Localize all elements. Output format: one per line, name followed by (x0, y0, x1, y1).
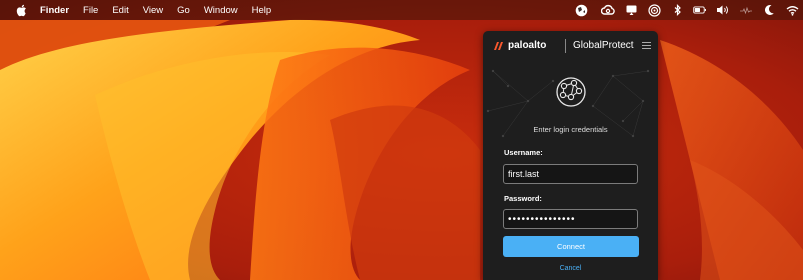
moon-icon[interactable] (762, 3, 776, 17)
menu-go[interactable]: Go (177, 5, 190, 16)
globe-network-icon (556, 77, 586, 107)
username-value: first.last (508, 169, 540, 179)
product-name: GlobalProtect (573, 40, 634, 51)
volume-icon[interactable] (716, 3, 730, 17)
menu-app-finder[interactable]: Finder (40, 5, 69, 16)
network-activity-icon[interactable] (739, 3, 753, 17)
username-label: Username: (504, 148, 543, 157)
menu-help[interactable]: Help (252, 5, 272, 16)
menu-bar: Finder File Edit View Go Window Help (0, 0, 803, 20)
paloalto-mark-icon (494, 41, 503, 50)
password-label: Password: (504, 194, 542, 203)
creative-cloud-icon[interactable] (601, 3, 615, 17)
globalprotect-panel: paloalto GlobalProtect Enter login crede… (483, 31, 658, 280)
brand-name: paloalto (508, 40, 547, 51)
status-area (574, 0, 799, 20)
globalprotect-icon[interactable] (574, 3, 588, 17)
paloalto-logo: paloalto (493, 40, 546, 51)
hamburger-menu-icon[interactable] (642, 42, 651, 50)
battery-icon[interactable] (693, 3, 707, 17)
menu-file[interactable]: File (83, 5, 98, 16)
apple-menu-icon[interactable] (14, 3, 28, 17)
connect-button[interactable]: Connect (503, 236, 639, 257)
cancel-link[interactable]: Cancel (483, 265, 658, 272)
globalprotect-header: paloalto GlobalProtect (483, 31, 658, 61)
username-field[interactable]: first.last (503, 164, 638, 184)
password-field[interactable]: ••••••••••••••• (503, 209, 638, 229)
password-value: ••••••••••••••• (508, 213, 576, 225)
menu-window[interactable]: Window (204, 5, 238, 16)
wifi-icon[interactable] (785, 3, 799, 17)
menu-view[interactable]: View (143, 5, 163, 16)
screen-mirroring-icon[interactable] (624, 3, 638, 17)
menu-edit[interactable]: Edit (112, 5, 128, 16)
header-divider (565, 39, 566, 53)
connect-button-label: Connect (557, 242, 585, 251)
bluetooth-icon[interactable] (670, 3, 684, 17)
login-prompt: Enter login credentials (533, 125, 608, 134)
airdrop-icon[interactable] (647, 3, 661, 17)
desktop-wallpaper (0, 0, 803, 280)
